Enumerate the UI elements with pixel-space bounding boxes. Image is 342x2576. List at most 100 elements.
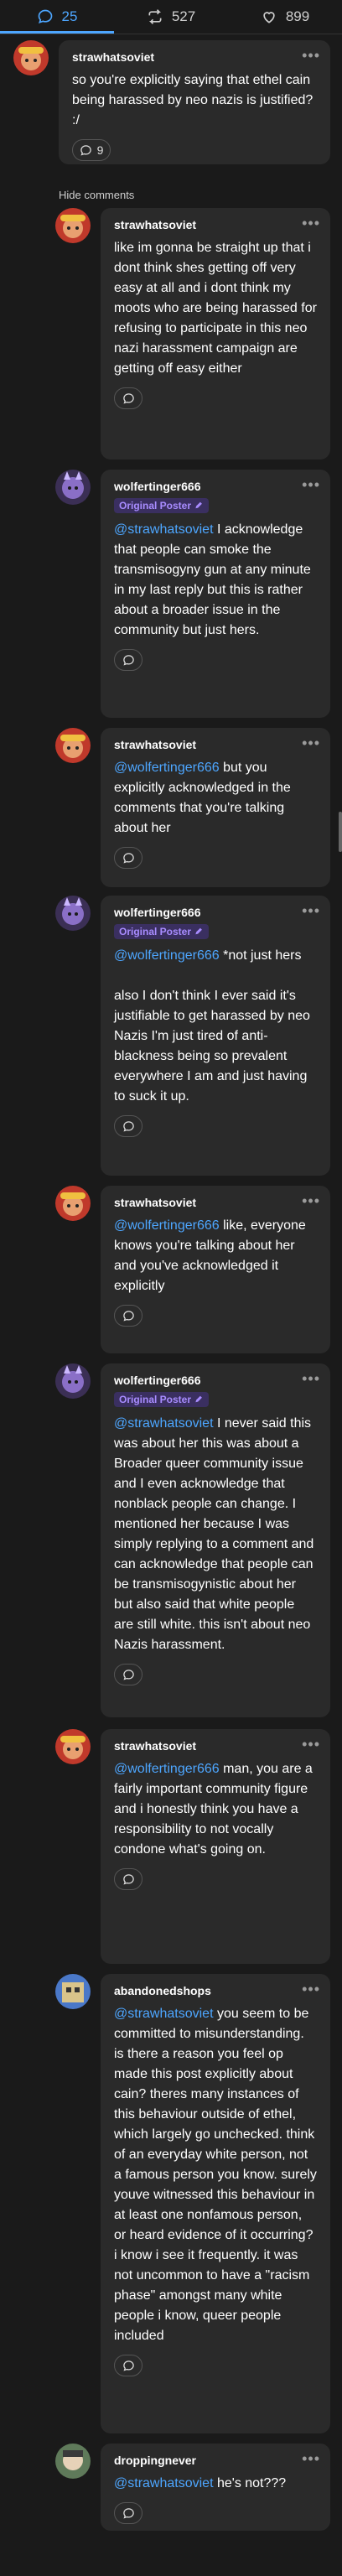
original-poster-badge: Original Poster	[114, 1392, 210, 1407]
reply-button[interactable]	[114, 1664, 142, 1685]
reply-bubble: wolfertinger666 ••• Original Poster @strawh…	[101, 470, 330, 718]
reply-body: you seem to be committed to misunderstan…	[114, 2007, 317, 2343]
speech-bubble-icon	[122, 1310, 134, 1322]
reply-username[interactable]: strawhatsoviet	[114, 1196, 317, 1209]
reply-button[interactable]	[114, 1305, 142, 1327]
reply-text: like im gonna be straight up that i dont…	[114, 238, 317, 379]
comment-bubble: strawhatsoviet ••• so you're explicitly …	[59, 40, 330, 164]
reply-username[interactable]: droppingnever	[114, 2454, 317, 2467]
reply-bubble: wolfertinger666 ••• Original Poster @strawh…	[101, 1363, 330, 1717]
reply-text: @wolfertinger666 but you explicitly ackn…	[114, 758, 317, 839]
reply-username[interactable]: strawhatsoviet	[114, 1739, 317, 1753]
more-options-icon[interactable]: •••	[302, 1736, 320, 1753]
mention-link[interactable]: @wolfertinger666	[114, 1218, 220, 1233]
tab-reblogs-count: 527	[171, 8, 196, 24]
mention-link[interactable]: @strawhatsoviet	[114, 1416, 214, 1431]
tab-reblogs[interactable]: 527	[114, 0, 228, 34]
more-options-icon[interactable]: •••	[302, 476, 320, 494]
mention-link[interactable]: @strawhatsoviet	[114, 522, 214, 537]
tab-replies-count: 25	[61, 8, 78, 24]
scrollbar-thumb[interactable]	[339, 812, 342, 852]
op-badge-label: Original Poster	[119, 1394, 192, 1405]
pencil-icon	[195, 501, 202, 508]
heart-icon	[263, 12, 275, 23]
speech-bubble-icon	[38, 9, 52, 24]
reply-button[interactable]	[114, 649, 142, 671]
avatar[interactable]	[13, 40, 49, 75]
reply-button[interactable]	[114, 2502, 142, 2524]
speech-bubble-icon	[122, 852, 134, 864]
speech-bubble-icon	[80, 144, 91, 156]
original-poster-badge: Original Poster	[114, 498, 210, 513]
reply-username[interactable]: strawhatsoviet	[114, 738, 317, 751]
speech-bubble-icon	[122, 1120, 134, 1132]
op-badge-label: Original Poster	[119, 926, 192, 937]
mention-link[interactable]: @wolfertinger666	[114, 948, 220, 963]
mention-link[interactable]: @wolfertinger666	[114, 761, 220, 775]
op-badge-label: Original Poster	[119, 500, 192, 512]
avatar[interactable]	[55, 208, 91, 243]
reply-bubble: abandonedshops ••• @strawhatsoviet you see…	[101, 1974, 330, 2433]
avatar[interactable]	[55, 1186, 91, 1221]
more-options-icon[interactable]: •••	[302, 1192, 320, 1210]
speech-bubble-icon	[122, 392, 134, 404]
avatar[interactable]	[55, 1363, 91, 1399]
mention-link[interactable]: @strawhatsoviet	[114, 2476, 214, 2490]
reply-button[interactable]	[114, 2355, 142, 2376]
avatar[interactable]	[55, 470, 91, 505]
reply-username[interactable]: wolfertinger666	[114, 906, 317, 919]
avatar[interactable]	[55, 896, 91, 931]
comment-username[interactable]: strawhatsoviet	[72, 50, 317, 64]
reply-button[interactable]	[114, 387, 142, 409]
reply-button[interactable]	[114, 1868, 142, 1890]
reply-button[interactable]	[114, 1115, 142, 1137]
reply-body: I never said this was about her this was…	[114, 1416, 314, 1652]
speech-bubble-icon	[122, 2507, 134, 2519]
speech-bubble-icon	[122, 2360, 134, 2371]
reply-bubble: droppingnever ••• @strawhatsoviet he's not…	[101, 2444, 330, 2531]
more-options-icon[interactable]: •••	[302, 902, 320, 920]
reply-text: @wolfertinger666 man, you are a fairly i…	[114, 1759, 317, 1860]
reply-text: @wolfertinger666 like, everyone knows yo…	[114, 1216, 317, 1296]
avatar[interactable]	[55, 1729, 91, 1764]
tab-replies[interactable]: 25	[0, 0, 114, 34]
reply-body: he's not???	[213, 2476, 287, 2490]
reply-username[interactable]: wolfertinger666	[114, 480, 317, 493]
more-options-icon[interactable]: •••	[302, 735, 320, 752]
speech-bubble-icon	[122, 1669, 134, 1680]
original-poster-badge: Original Poster	[114, 924, 210, 939]
reply-text: @wolfertinger666 *not just hers also I d…	[114, 946, 317, 1107]
more-options-icon[interactable]: •••	[302, 47, 320, 65]
tab-likes[interactable]: 899	[228, 0, 342, 34]
reply-username[interactable]: strawhatsoviet	[114, 218, 317, 231]
reply-count: 9	[96, 143, 104, 157]
comment-text: so you're explicitly saying that ethel c…	[72, 73, 314, 127]
reply-count-button[interactable]: 9	[72, 139, 111, 161]
mention-link[interactable]: @wolfertinger666	[114, 1762, 220, 1776]
avatar[interactable]	[55, 2444, 91, 2479]
pencil-icon	[195, 927, 202, 934]
pencil-icon	[195, 1395, 202, 1402]
avatar[interactable]	[55, 728, 91, 763]
reply-bubble: strawhatsoviet ••• like im gonna be straig…	[101, 208, 330, 460]
reply-bubble: wolfertinger666 ••• Original Poster @wolfer…	[101, 896, 330, 1176]
reply-username[interactable]: abandonedshops	[114, 1984, 317, 1997]
avatar[interactable]	[55, 1974, 91, 2009]
hide-comments-link[interactable]: Hide comments	[59, 189, 134, 201]
reply-bubble: strawhatsoviet ••• @wolfertinger666 like, …	[101, 1186, 330, 1353]
reply-text: @strawhatsoviet you seem to be committed…	[114, 2004, 317, 2346]
more-options-icon[interactable]: •••	[302, 215, 320, 232]
reply-username[interactable]: wolfertinger666	[114, 1374, 317, 1387]
more-options-icon[interactable]: •••	[302, 1981, 320, 1998]
mention-link[interactable]: @strawhatsoviet	[114, 2007, 214, 2021]
reply-button[interactable]	[114, 847, 142, 869]
reply-body: *not just hers also I don't think I ever…	[114, 948, 310, 1104]
reply-text: @strawhatsoviet he's not???	[114, 2474, 317, 2494]
more-options-icon[interactable]: •••	[302, 1370, 320, 1388]
reply-text: @strawhatsoviet I acknowledge that peopl…	[114, 520, 317, 641]
reblog-icon	[148, 9, 162, 24]
post-activity-tabs: 25 527 899	[0, 0, 342, 34]
reply-body: I acknowledge that people can smoke the …	[114, 522, 311, 637]
more-options-icon[interactable]: •••	[302, 2450, 320, 2468]
reply-bubble: strawhatsoviet ••• @wolfertinger666 man, y…	[101, 1729, 330, 1964]
